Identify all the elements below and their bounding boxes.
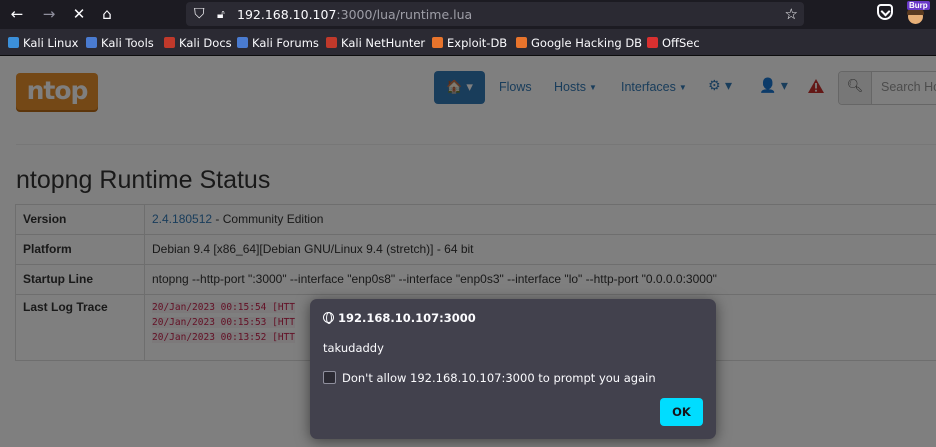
checkbox-label[interactable]: Don't allow 192.168.10.107:3000 to promp… [342,371,656,385]
kali-tools-icon [86,37,97,48]
url-host: 192.168.10.107 [237,7,337,22]
insecure-lock-icon[interactable]: 🔓︎ [217,3,225,25]
bookmark-label: Kali NetHunter [341,36,426,50]
bookmark-label: Kali Linux [23,36,79,50]
shield-icon[interactable]: ⛉ [194,3,205,25]
ok-button[interactable]: OK [660,398,703,426]
dialog-title: 192.168.10.107:3000 [323,311,476,325]
pocket-icon[interactable] [877,4,893,20]
bookmark-kali-tools[interactable]: Kali Tools [86,35,154,51]
stop-button[interactable]: ✕ [68,3,90,25]
kali-docs-icon [164,37,175,48]
url-bar[interactable]: ⛉ 🔓︎ 192.168.10.107:3000/lua/runtime.lua… [186,2,804,26]
bookmark-exploit-db[interactable]: Exploit-DB [432,35,507,51]
back-button[interactable]: ← [6,3,28,25]
exploit-db-icon [432,37,443,48]
bookmark-kali-nethunter[interactable]: Kali NetHunter [326,35,425,51]
url-text[interactable]: 192.168.10.107:3000/lua/runtime.lua [237,7,472,22]
bookmark-label: Kali Tools [101,36,154,50]
bookmark-label: Kali Forums [252,36,319,50]
bookmark-label: Kali Docs [179,36,232,50]
bookmark-star-icon[interactable]: ☆ [785,3,798,25]
kali-dragon-icon [8,37,19,48]
bookmark-label: Google Hacking DB [531,36,643,50]
prompt-dialog: 192.168.10.107:3000 takudaddy Don't allo… [310,299,716,439]
burp-badge: Burp [907,1,930,10]
bookmarks-toolbar: Kali Linux Kali Tools Kali Docs Kali For… [0,29,936,56]
bookmark-kali-linux[interactable]: Kali Linux [8,35,78,51]
home-button[interactable]: ⌂ [96,3,118,25]
offsec-icon [647,37,658,48]
bookmark-offsec[interactable]: OffSec [647,35,700,51]
url-path: :3000/lua/runtime.lua [336,7,473,22]
nethunter-icon [326,37,337,48]
bookmark-kali-forums[interactable]: Kali Forums [237,35,319,51]
bookmark-kali-docs[interactable]: Kali Docs [164,35,232,51]
bookmark-label: Exploit-DB [447,36,508,50]
bookmark-google-hacking-db[interactable]: Google Hacking DB [516,35,642,51]
dialog-message: takudaddy [323,341,384,355]
browser-toolbar: ← → ✕ ⌂ ⛉ 🔓︎ 192.168.10.107:3000/lua/run… [0,0,936,29]
dont-allow-prompts-checkbox[interactable]: Don't allow 192.168.10.107:3000 to promp… [323,371,656,385]
bookmark-label: OffSec [662,36,700,50]
forward-button[interactable]: → [38,3,60,25]
kali-forums-icon [237,37,248,48]
checkbox-box[interactable] [323,371,336,384]
dialog-origin: 192.168.10.107:3000 [338,311,476,325]
ghdb-icon [516,37,527,48]
globe-icon [323,312,334,324]
burp-extension-icon[interactable]: Burp [904,1,930,25]
